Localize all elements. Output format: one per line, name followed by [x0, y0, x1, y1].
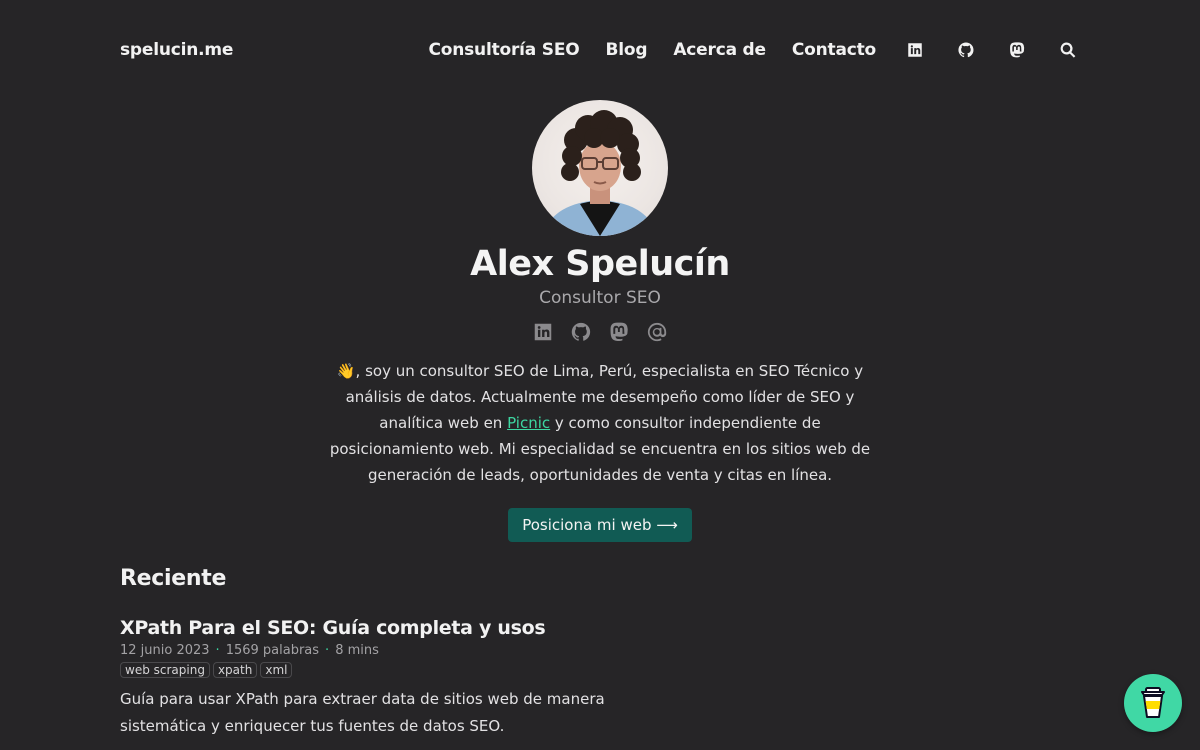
- github-icon[interactable]: [954, 38, 978, 62]
- profile-section: Alex Spelucín Consultor SEO 👋, soy un co…: [0, 100, 1200, 542]
- mastodon-icon[interactable]: [607, 320, 631, 344]
- meta-separator: ·: [325, 643, 330, 658]
- picnic-link[interactable]: Picnic: [507, 414, 550, 432]
- nav-link-consultoria[interactable]: Consultoría SEO: [428, 40, 579, 60]
- tag-xml[interactable]: xml: [260, 662, 293, 678]
- nav-link-blog[interactable]: Blog: [606, 40, 648, 60]
- post-date: 12 junio 2023: [120, 643, 210, 658]
- tag-xpath[interactable]: xpath: [212, 662, 258, 678]
- profile-bio: 👋, soy un consultor SEO de Lima, Perú, e…: [320, 358, 880, 488]
- main-nav: Consultoría SEO Blog Acerca de Contacto: [402, 38, 1080, 62]
- nav-link-acerca[interactable]: Acerca de: [673, 40, 766, 60]
- post-item: XPath Para el SEO: Guía completa y usos …: [120, 617, 680, 740]
- linkedin-icon[interactable]: [531, 320, 555, 344]
- post-excerpt: Guía para usar XPath para extraer data d…: [120, 690, 605, 735]
- post-title-link[interactable]: XPath Para el SEO: Guía completa y usos: [120, 617, 680, 639]
- coffee-cup-icon: [1141, 687, 1165, 718]
- nav-link-contacto[interactable]: Contacto: [792, 40, 876, 60]
- social-links: [0, 320, 1200, 344]
- mastodon-icon[interactable]: [1005, 38, 1029, 62]
- post-read-time: 8 mins: [335, 643, 379, 658]
- linkedin-icon[interactable]: [903, 38, 927, 62]
- post-tags: web scraping xpath xml: [120, 662, 680, 678]
- avatar: [532, 100, 668, 236]
- github-icon[interactable]: [569, 320, 593, 344]
- recent-heading: Reciente: [120, 566, 227, 591]
- tag-web-scraping[interactable]: web scraping: [120, 662, 210, 678]
- post-word-count: 1569 palabras: [225, 643, 320, 658]
- buy-me-a-coffee-button[interactable]: [1124, 674, 1182, 732]
- waving-hand-emoji: 👋: [336, 362, 356, 380]
- site-header: spelucin.me Consultoría SEO Blog Acerca …: [0, 0, 1200, 100]
- profile-name: Alex Spelucín: [470, 244, 730, 284]
- site-brand-link[interactable]: spelucin.me: [120, 40, 233, 60]
- profile-role: Consultor SEO: [539, 288, 661, 308]
- search-icon[interactable]: [1056, 38, 1080, 62]
- at-icon[interactable]: [645, 320, 669, 344]
- meta-separator: ·: [215, 643, 220, 658]
- posiciona-mi-web-button[interactable]: Posiciona mi web ⟶: [508, 508, 692, 542]
- recent-posts-section: Reciente XPath Para el SEO: Guía complet…: [120, 566, 680, 740]
- post-meta: 12 junio 2023 · 1569 palabras · 8 mins: [120, 643, 680, 658]
